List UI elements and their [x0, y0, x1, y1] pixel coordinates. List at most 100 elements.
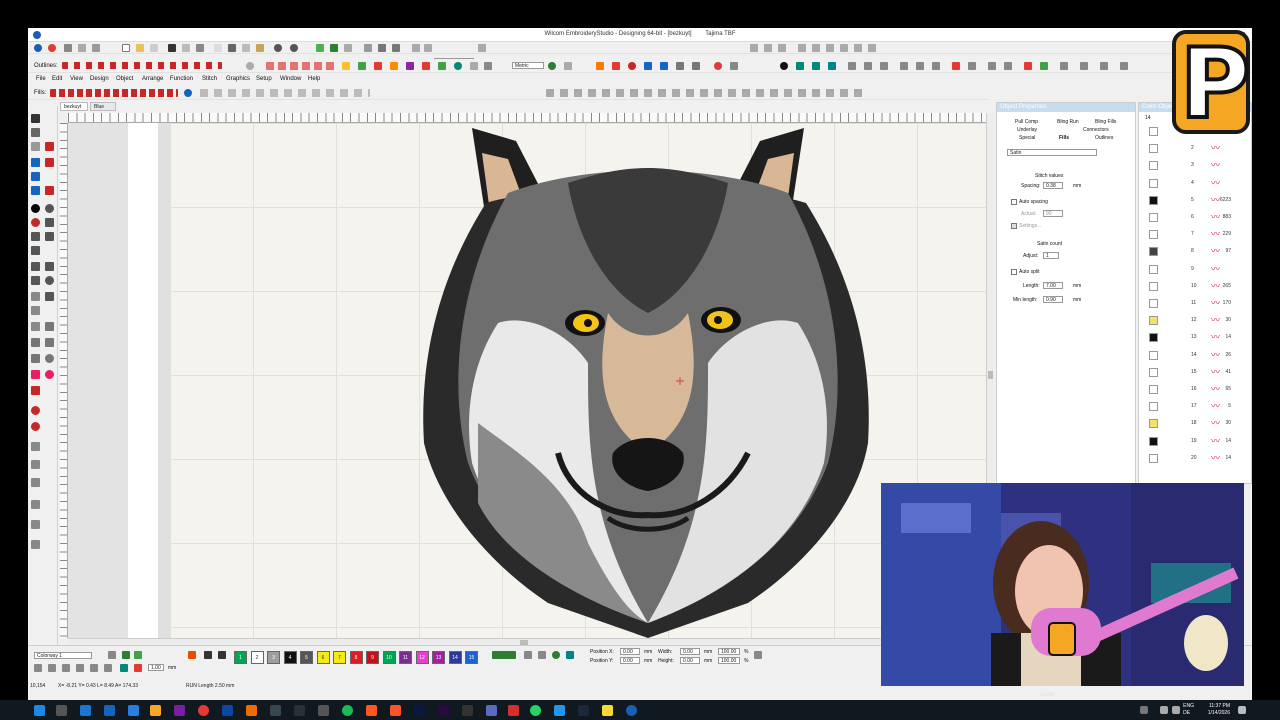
export-icon[interactable]: [214, 44, 222, 52]
cursor-tool-icon[interactable]: [62, 664, 70, 672]
color-swap-icon[interactable]: [76, 664, 84, 672]
paste-icon[interactable]: [256, 44, 264, 52]
thread-chart-icon[interactable]: [122, 651, 130, 659]
menu-window[interactable]: Window: [280, 76, 301, 82]
discord-icon[interactable]: [486, 705, 497, 716]
column-b-icon[interactable]: [31, 306, 40, 315]
branch-icon[interactable]: [644, 62, 652, 70]
palette-color-swatch[interactable]: 15: [465, 651, 478, 664]
store-icon[interactable]: [104, 705, 115, 716]
tab-fills[interactable]: Fills: [1059, 135, 1069, 141]
color-object-row[interactable]: 15 〰 41: [1139, 364, 1251, 381]
refresh-icon[interactable]: [548, 62, 556, 70]
height-field[interactable]: 0.00: [680, 657, 700, 664]
edit-nodes-icon[interactable]: [900, 62, 908, 70]
fast-forward-icon[interactable]: [392, 44, 400, 52]
color-object-row[interactable]: 4 〰: [1139, 175, 1251, 192]
fill-type-select[interactable]: Satin: [1007, 149, 1097, 156]
photoshop-icon[interactable]: [414, 705, 425, 716]
stop-sequence-icon[interactable]: [134, 664, 142, 672]
barcode-icon[interactable]: [812, 62, 820, 70]
wilcom-icon[interactable]: [48, 44, 56, 52]
circle-tool-left-icon[interactable]: [31, 204, 40, 213]
grid-color-icon[interactable]: [566, 651, 574, 659]
team-names-icon[interactable]: [31, 186, 40, 195]
actual-field[interactable]: 90: [1043, 210, 1063, 217]
color-wheel-icon[interactable]: [184, 89, 192, 97]
min-length-field[interactable]: 0.90: [1043, 296, 1063, 303]
settings-icon[interactable]: [1120, 62, 1128, 70]
monogram-tool-icon[interactable]: [31, 172, 40, 181]
bezier-icon[interactable]: [45, 232, 54, 241]
adjust-field[interactable]: 1: [1043, 252, 1059, 259]
knife-icon[interactable]: [864, 62, 872, 70]
blackwork-icon[interactable]: [31, 338, 40, 347]
fill-stitch-types[interactable]: [266, 62, 336, 70]
obs-icon[interactable]: [294, 705, 305, 716]
sort-icon[interactable]: [104, 664, 112, 672]
cross-stitch-icon[interactable]: [31, 386, 40, 395]
effects-tools[interactable]: [200, 89, 370, 97]
auto-split-checkbox[interactable]: [1011, 269, 1017, 275]
edge-icon[interactable]: [80, 705, 91, 716]
language-indicator[interactable]: ENG DE: [1183, 703, 1194, 717]
menu-design[interactable]: Design: [90, 76, 109, 82]
select-arrow-icon[interactable]: [31, 114, 40, 123]
stitch-length-field[interactable]: 1.00: [148, 664, 164, 671]
auto-fabric-icon[interactable]: [31, 520, 40, 529]
spiral-icon[interactable]: [45, 322, 54, 331]
settings-label[interactable]: Settings...: [1019, 223, 1041, 229]
blend-icon[interactable]: [120, 664, 128, 672]
position-x-field[interactable]: 0.00: [620, 648, 640, 655]
lettering-icon[interactable]: [342, 62, 350, 70]
palette-color-swatch[interactable]: 6: [316, 651, 330, 664]
shapes-tool-icon[interactable]: [406, 62, 414, 70]
auto-digitize-icon[interactable]: [1004, 62, 1012, 70]
reduce-icon[interactable]: [612, 62, 620, 70]
arrange-tools[interactable]: [546, 89, 866, 97]
zoom-dropdown-icon[interactable]: [478, 44, 486, 52]
group-icon[interactable]: [812, 44, 820, 52]
select-icon[interactable]: [378, 44, 386, 52]
circle-color-icon[interactable]: [454, 62, 462, 70]
color-object-row[interactable]: 10 〰 265: [1139, 278, 1251, 295]
monogram-icon[interactable]: [358, 62, 366, 70]
chat-icon[interactable]: [128, 705, 139, 716]
file-explorer-icon[interactable]: [150, 705, 161, 716]
add-color-icon[interactable]: [204, 651, 212, 659]
illustrator-icon[interactable]: [246, 705, 257, 716]
lightroom-icon[interactable]: [222, 705, 233, 716]
open-icon[interactable]: [150, 44, 158, 52]
steam-icon[interactable]: [578, 705, 589, 716]
palette-color-swatch[interactable]: 3: [267, 651, 280, 664]
polygon-icon[interactable]: [31, 246, 40, 255]
cloud-icon[interactable]: [1060, 62, 1068, 70]
wave-icon[interactable]: [45, 338, 54, 347]
wolf-embroidery-design[interactable]: [68, 123, 986, 638]
order-icon[interactable]: [692, 62, 700, 70]
menu-object[interactable]: Object: [116, 76, 133, 82]
print-preview-icon[interactable]: [182, 44, 190, 52]
palette-edit-icon[interactable]: [188, 651, 196, 659]
scale-width-field[interactable]: 100.00: [718, 648, 740, 655]
sequence-icon[interactable]: [796, 62, 804, 70]
smooth-icon[interactable]: [916, 62, 924, 70]
align-center-icon[interactable]: [764, 44, 772, 52]
color-object-row[interactable]: 2 〰: [1139, 140, 1251, 157]
palette-color-swatch[interactable]: 12: [415, 651, 429, 664]
color-object-row[interactable]: 6 〰 883: [1139, 209, 1251, 226]
pin-icon[interactable]: [64, 44, 72, 52]
ungroup-icon[interactable]: [826, 44, 834, 52]
menu-view[interactable]: View: [70, 76, 83, 82]
info-icon[interactable]: [780, 62, 788, 70]
satin-red-icon[interactable]: [45, 186, 54, 195]
colorway-tool-icon[interactable]: [108, 651, 116, 659]
digitize-icon[interactable]: [31, 232, 40, 241]
color-object-row[interactable]: 5 〰 6223: [1139, 192, 1251, 209]
menu-graphics[interactable]: Graphics: [226, 76, 250, 82]
window-icon[interactable]: [318, 705, 329, 716]
palette-color-swatch[interactable]: 4: [283, 651, 297, 664]
wilcom-taskbar-icon[interactable]: [626, 705, 637, 716]
tab-special[interactable]: Special: [1019, 135, 1035, 141]
color-object-row[interactable]: 11 〰 170: [1139, 295, 1251, 312]
